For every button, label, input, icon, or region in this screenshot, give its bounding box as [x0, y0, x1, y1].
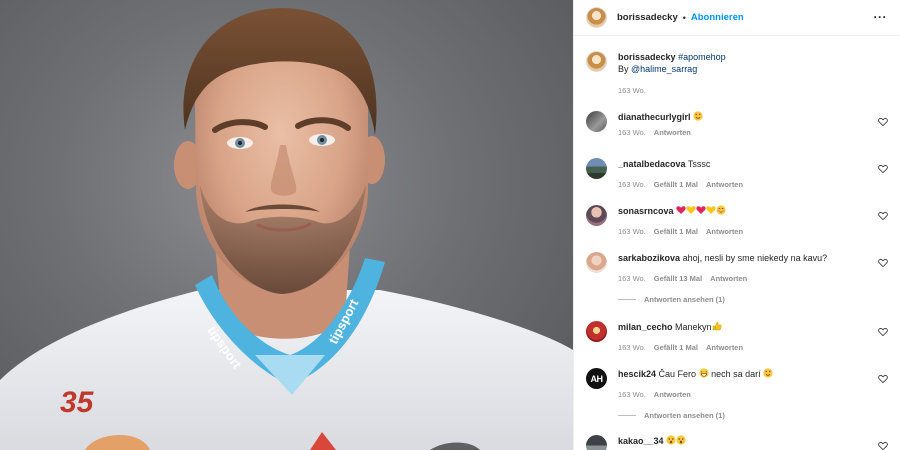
- comment-text: ahoj, nesli by sme niekedy na kavu?: [682, 253, 828, 263]
- reply-button[interactable]: Antworten: [706, 180, 743, 189]
- separator-dot: •: [682, 12, 686, 23]
- reply-button[interactable]: Antworten: [710, 274, 747, 283]
- reply-button[interactable]: Antworten: [654, 390, 691, 399]
- comment-time[interactable]: 163 Wo.: [618, 390, 646, 399]
- astonished-emoji: [676, 435, 686, 446]
- comment-username[interactable]: milan_cecho: [618, 322, 673, 332]
- instagram-post: tipsport tipsport 35 borissadecky • Abon…: [0, 0, 900, 450]
- commenter-avatar[interactable]: [586, 111, 607, 132]
- blush-emoji: [716, 205, 726, 216]
- reply-button[interactable]: Antworten: [706, 343, 743, 352]
- comment-time[interactable]: 163 Wo.: [618, 227, 646, 236]
- thumbs-up-emoji: [712, 321, 722, 332]
- comment-item: _natalbedacova Tsssc 163 Wo. Gefällt 1 M…: [586, 158, 888, 198]
- comment-text-start: Čau Fero: [658, 369, 697, 379]
- like-heart-icon[interactable]: [878, 164, 888, 174]
- likes-count[interactable]: Gefällt 1 Mal: [654, 227, 698, 236]
- yellow-heart-emoji: [686, 206, 696, 216]
- comment-time[interactable]: 163 Wo.: [618, 274, 646, 283]
- likes-count[interactable]: Gefällt 1 Mal: [654, 180, 698, 189]
- likes-count[interactable]: Gefällt 13 Mal: [654, 274, 702, 283]
- like-heart-icon[interactable]: [878, 258, 888, 268]
- comment-text: Tsssc: [687, 159, 711, 169]
- red-heart-emoji: [696, 206, 706, 216]
- comment-time[interactable]: 163 Wo.: [618, 128, 646, 137]
- like-heart-icon[interactable]: [878, 117, 888, 127]
- comment-username[interactable]: sarkabozikova: [618, 253, 680, 263]
- post-photo[interactable]: tipsport tipsport 35: [0, 0, 573, 450]
- post-side-panel: borissadecky • Abonnieren ··· borissadec…: [573, 0, 900, 450]
- comment-username[interactable]: dianathecurlygirl: [618, 112, 691, 122]
- like-heart-icon[interactable]: [878, 327, 888, 337]
- comment-item: AH hescik24 Čau Fero nech sa darí 163 Wo…: [586, 368, 888, 428]
- heart-eyes-emoji: [763, 368, 773, 379]
- replies-divider: [618, 299, 636, 300]
- comment-username[interactable]: sonasrncova: [618, 206, 674, 216]
- caption-time[interactable]: 163 Wo.: [618, 86, 646, 95]
- view-replies-button[interactable]: Antworten ansehen (1): [618, 411, 725, 420]
- yellow-heart-emoji: [706, 206, 716, 216]
- view-replies-label: Antworten ansehen (1): [644, 411, 725, 420]
- caption: borissadecky #apomehop By @halime_sarrag…: [586, 51, 888, 101]
- caption-avatar[interactable]: [586, 51, 607, 72]
- comment-username[interactable]: _natalbedacova: [618, 159, 686, 169]
- commenter-avatar[interactable]: AH: [586, 368, 607, 389]
- commenter-avatar[interactable]: [586, 435, 607, 450]
- comment-text-end: nech sa darí: [711, 369, 761, 379]
- comment-text: Manekyn: [675, 322, 712, 332]
- like-heart-icon[interactable]: [878, 211, 888, 221]
- comment-time[interactable]: 163 Wo.: [618, 343, 646, 352]
- caption-hashtag[interactable]: #apomehop: [678, 52, 726, 62]
- like-heart-icon[interactable]: [878, 441, 888, 450]
- view-replies-button[interactable]: Antworten ansehen (1): [618, 295, 725, 304]
- comment-username[interactable]: kakao__34: [618, 436, 664, 446]
- comment-item: sarkabozikova ahoj, nesli by sme niekedy…: [586, 252, 888, 312]
- comment-item: dianathecurlygirl 163 Wo. Antworten: [586, 111, 888, 151]
- like-heart-icon[interactable]: [878, 374, 888, 384]
- comment-time[interactable]: 163 Wo.: [618, 180, 646, 189]
- caption-mention[interactable]: @halime_sarrag: [631, 64, 697, 74]
- caption-username[interactable]: borissadecky: [618, 52, 676, 62]
- caption-by: By: [618, 64, 629, 74]
- commenter-avatar[interactable]: [586, 158, 607, 179]
- owner-avatar[interactable]: [586, 7, 607, 28]
- comment-item: kakao__34: [586, 435, 888, 450]
- follow-button[interactable]: Abonnieren: [691, 12, 744, 23]
- replies-divider: [618, 415, 636, 416]
- comment-username[interactable]: hescik24: [618, 369, 656, 379]
- commenter-avatar[interactable]: [586, 321, 607, 342]
- likes-count[interactable]: Gefällt 1 Mal: [654, 343, 698, 352]
- owner-username[interactable]: borissadecky: [617, 12, 678, 23]
- more-horizontal-icon[interactable]: ···: [874, 11, 888, 23]
- red-heart-emoji: [676, 206, 686, 216]
- grin-emoji: [698, 368, 709, 379]
- commenter-avatar[interactable]: [586, 205, 607, 226]
- comment-item: sonasrncova 163 Wo. Gefällt 1 Mal Antwor…: [586, 205, 888, 245]
- astonished-emoji: [666, 435, 676, 446]
- jersey-number: 35: [60, 386, 95, 419]
- comment-item: milan_cecho Manekyn 163 Wo. Gefällt 1 Ma…: [586, 321, 888, 361]
- hockey-player-portrait: tipsport tipsport 35: [0, 8, 573, 450]
- post-header: borissadecky • Abonnieren ···: [574, 0, 900, 36]
- comments-list[interactable]: borissadecky #apomehop By @halime_sarrag…: [574, 37, 900, 450]
- reply-button[interactable]: Antworten: [654, 128, 691, 137]
- view-replies-label: Antworten ansehen (1): [644, 295, 725, 304]
- heart-eyes-emoji: [693, 111, 703, 122]
- reply-button[interactable]: Antworten: [706, 227, 743, 236]
- commenter-avatar[interactable]: [586, 252, 607, 273]
